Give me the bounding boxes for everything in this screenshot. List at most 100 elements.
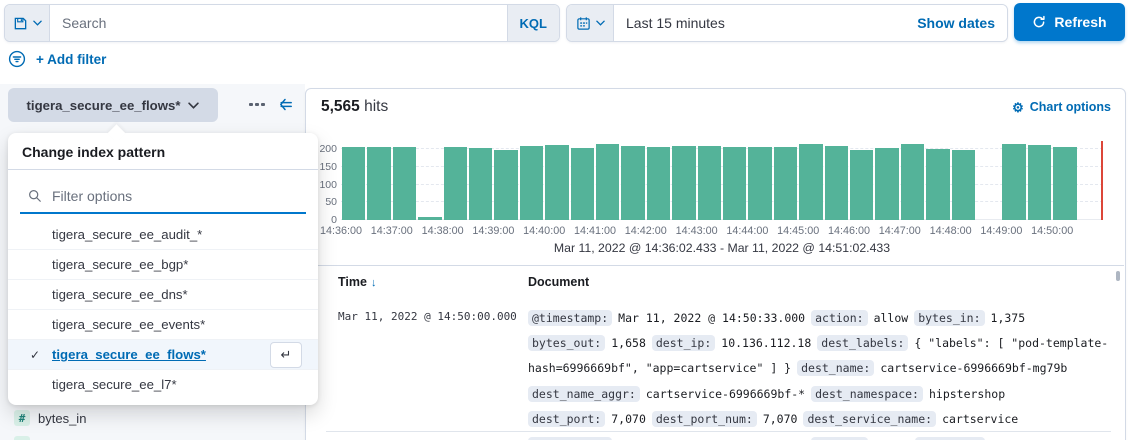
hits-label: hits [364, 98, 388, 115]
histogram-bar[interactable] [825, 146, 848, 220]
x-tick-label: 14:37:00 [371, 225, 413, 237]
doc-field-badge: bytes_out: [528, 335, 605, 351]
histogram-bar[interactable] [520, 146, 543, 220]
histogram-bar[interactable] [901, 144, 924, 220]
histogram-bar[interactable] [952, 150, 975, 220]
index-pattern-switcher-button[interactable]: tigera_secure_ee_flows* [8, 88, 218, 122]
row-time-cell: Mar 11, 2022 @ 14:50:00.000 [338, 310, 517, 323]
histogram-bar[interactable] [1053, 147, 1076, 220]
hits-number: 5,565 [321, 98, 360, 115]
hits-count: 5,565 hits [321, 98, 388, 116]
chevron-down-icon [33, 20, 42, 26]
histogram-bar[interactable] [393, 147, 416, 220]
doc-field-value: Mar 11, 2022 @ 14:50:33.000 [618, 311, 805, 325]
histogram-bar[interactable] [1002, 144, 1025, 220]
field-options-button[interactable] [246, 100, 268, 110]
x-tick-label: 14:47:00 [879, 225, 921, 237]
histogram-bar[interactable] [367, 147, 390, 220]
discover-page: KQL Last 15 minutes Show dates Refresh +… [0, 0, 1128, 440]
doc-field-badge: dest_port_num: [652, 411, 757, 427]
histogram-bar[interactable] [621, 146, 644, 220]
index-pattern-option[interactable]: tigera_secure_ee_l7* [8, 370, 318, 399]
search-bar: KQL [4, 4, 560, 42]
sidebar-field-bytes-in[interactable]: # bytes_in [0, 403, 305, 433]
field-row-clipped [14, 436, 30, 440]
histogram-bar[interactable] [723, 147, 746, 220]
return-key-icon[interactable]: ↵ [270, 342, 302, 368]
index-pattern-option[interactable]: ✓tigera_secure_ee_flows*↵ [8, 340, 318, 370]
index-pattern-option[interactable]: tigera_secure_ee_bgp* [8, 250, 318, 280]
histogram-bar[interactable] [672, 146, 695, 220]
doc-field-value: 7,070 [763, 412, 798, 426]
histogram-bar[interactable] [850, 150, 873, 220]
histogram-bar[interactable] [774, 147, 797, 220]
number-field-icon: # [14, 410, 30, 426]
histogram-bar[interactable] [469, 148, 492, 220]
index-pattern-option-label: tigera_secure_ee_events* [52, 317, 205, 332]
histogram-bar[interactable] [647, 147, 670, 220]
x-tick-label: 14:42:00 [625, 225, 667, 237]
histogram-bar[interactable] [596, 144, 619, 220]
filter-options-input[interactable] [50, 187, 298, 205]
change-index-pattern-popover: Change index pattern tigera_secure_ee_au… [8, 133, 318, 405]
search-input[interactable] [50, 5, 507, 41]
histogram-bar[interactable] [444, 147, 467, 220]
histogram-bar[interactable] [418, 217, 441, 220]
time-range-caption: Mar 11, 2022 @ 14:36:02.433 - Mar 11, 20… [341, 241, 1103, 255]
kql-language-button[interactable]: KQL [507, 5, 559, 41]
index-pattern-option[interactable]: tigera_secure_ee_dns* [8, 280, 318, 310]
popover-title: Change index pattern [8, 133, 318, 170]
refresh-icon [1032, 15, 1046, 29]
doc-field-value: 10.136.112.18 [721, 336, 811, 350]
x-tick-label: 14:50:00 [1031, 225, 1073, 237]
doc-field-value: allow [874, 311, 909, 325]
histogram-bar[interactable] [571, 148, 594, 220]
save-query-button[interactable] [5, 5, 50, 41]
histogram-bar[interactable] [875, 148, 898, 220]
filter-in-circle-icon[interactable] [8, 50, 26, 68]
document-line: hash=6996669bf", "app=cartservice" ] }de… [528, 356, 1118, 381]
show-dates-button[interactable]: Show dates [905, 5, 1007, 41]
doc-field-value: hash=6996669bf", "app=cartservice" ] } [528, 361, 791, 375]
index-pattern-option-label: tigera_secure_ee_dns* [52, 287, 188, 302]
field-name: bytes_in [38, 411, 86, 426]
histogram-bar[interactable] [342, 147, 365, 220]
index-pattern-label: tigera_secure_ee_flows* [27, 98, 181, 113]
scrollbar-thumb[interactable] [1116, 271, 1120, 281]
histogram-bar[interactable] [926, 149, 949, 220]
chevron-down-icon [188, 102, 199, 109]
doc-field-badge: dest_port: [528, 411, 605, 427]
column-header-time[interactable]: Time↓ [338, 275, 376, 289]
x-tick-label: 14:43:00 [676, 225, 718, 237]
time-column-label: Time [338, 275, 367, 289]
histogram-bar[interactable] [748, 147, 771, 220]
index-pattern-option[interactable]: tigera_secure_ee_events* [8, 310, 318, 340]
refresh-button[interactable]: Refresh [1014, 3, 1125, 41]
column-header-document: Document [528, 275, 589, 289]
histogram-bar[interactable] [494, 150, 517, 220]
x-tick-label: 14:38:00 [422, 225, 464, 237]
chart-options-label: Chart options [1030, 100, 1111, 114]
histogram-bar[interactable] [1028, 145, 1051, 220]
doc-field-value: 1,658 [611, 336, 646, 350]
add-filter-button[interactable]: + Add filter [36, 52, 106, 67]
x-tick-label: 14:39:00 [472, 225, 514, 237]
time-range-label[interactable]: Last 15 minutes [614, 5, 905, 41]
row-divider [326, 431, 1111, 432]
calendar-button[interactable] [567, 5, 614, 41]
collapse-sidebar-button[interactable] [278, 97, 294, 112]
doc-field-badge: bytes_in: [914, 310, 984, 326]
histogram-bar[interactable] [799, 144, 822, 220]
doc-field-value: { "labels": [ "pod-template- [914, 336, 1108, 350]
chart-options-button[interactable]: ⚙ Chart options [1012, 100, 1111, 114]
index-pattern-option[interactable]: tigera_secure_ee_audit_* [8, 220, 318, 250]
doc-field-value: cartservice [942, 412, 1018, 426]
popover-filter-box [20, 180, 306, 214]
x-tick-label: 14:45:00 [777, 225, 819, 237]
histogram-bar[interactable] [545, 145, 568, 220]
doc-field-badge: dest_labels: [817, 335, 908, 351]
doc-field-value: 1,375 [991, 311, 1026, 325]
histogram-bar[interactable] [698, 146, 721, 220]
check-icon: ✓ [30, 348, 40, 362]
document-line: bytes_out:1,658dest_ip:10.136.112.18dest… [528, 330, 1118, 355]
